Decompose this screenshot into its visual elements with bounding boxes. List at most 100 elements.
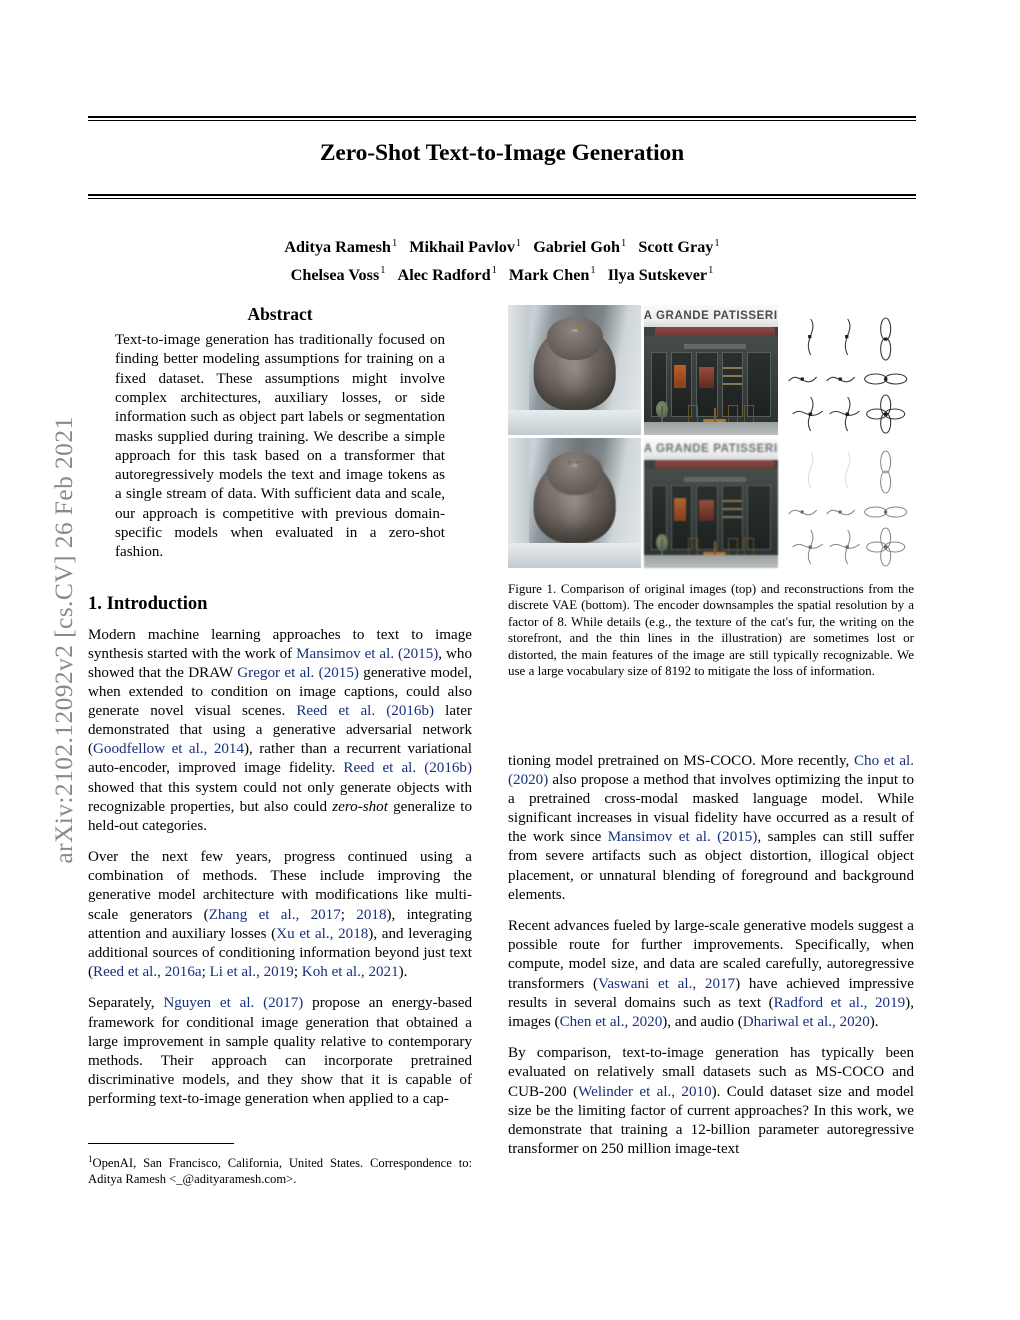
storefront-pole xyxy=(661,539,663,555)
window-sill xyxy=(508,410,642,435)
section-heading-introduction: 1. Introduction xyxy=(88,592,208,614)
storefront-shelf xyxy=(722,508,742,511)
storefront-table-leg xyxy=(713,407,716,422)
right-column: tioning model pretrained on MS-COCO. Mor… xyxy=(508,752,914,1171)
storefront-subsign xyxy=(684,344,746,350)
storefront-chair xyxy=(688,405,698,422)
citation-link[interactable]: Gregor et al. (2015) xyxy=(237,665,359,681)
affiliation-marker: 1 xyxy=(621,238,627,249)
storefront-sidewalk xyxy=(644,555,778,568)
citation-link[interactable]: Koh et al., 2021 xyxy=(302,964,399,980)
author: Alec Radford1 xyxy=(397,265,497,284)
storefront-sign: LA GRANDE PATISSERIE xyxy=(644,438,778,461)
cat-muzzle xyxy=(571,328,579,332)
citation-link[interactable]: Xu et al., 2018 xyxy=(276,926,368,942)
citation-link[interactable]: Chen et al., 2020 xyxy=(560,1014,663,1030)
paragraph-intro-4: tioning model pretrained on MS-COCO. Mor… xyxy=(508,753,914,903)
paragraph-intro-6: By comparison, text-to-image generation … xyxy=(508,1045,914,1157)
storefront-chair xyxy=(744,405,754,422)
storefront-awning xyxy=(654,460,775,470)
figure-cell-storefront-reconstruction: LA GRANDE PATISSERIE xyxy=(644,438,778,568)
author: Mikhail Pavlov1 xyxy=(409,238,522,257)
storefront-chair xyxy=(728,405,738,422)
citation-link[interactable]: Reed et al., 2016a xyxy=(93,964,202,980)
author: Gabriel Goh1 xyxy=(533,238,627,257)
storefront-poster xyxy=(673,364,686,389)
storefront-subsign xyxy=(684,477,746,483)
storefront-shelf xyxy=(722,516,742,519)
paragraph-intro-3: Separately, Nguyen et al. (2017) propose… xyxy=(88,995,472,1107)
author: Mark Chen1 xyxy=(508,265,596,284)
window-sill xyxy=(508,543,642,568)
citation-link[interactable]: Reed et al. (2016b) xyxy=(343,760,472,776)
cat-eye-right xyxy=(576,325,581,328)
storefront-shelf xyxy=(722,383,742,386)
footnote-text: 1OpenAI, San Francisco, California, Unit… xyxy=(88,1154,472,1187)
figure-cell-illustration-original xyxy=(780,305,914,435)
paragraph-intro-1: Modern machine learning approaches to te… xyxy=(88,626,472,834)
storefront-shelf xyxy=(722,375,742,378)
curve-illustration-grid xyxy=(787,317,907,434)
curve-illustration-grid xyxy=(787,450,907,567)
author: Scott Gray1 xyxy=(638,238,720,257)
citation-link[interactable]: Dhariwal et al., 2020 xyxy=(743,1014,870,1030)
author: Aditya Ramesh1 xyxy=(284,238,398,257)
figure-cell-illustration-reconstruction xyxy=(780,438,914,568)
citation-link[interactable]: Goodfellow et al., 2014 xyxy=(93,741,244,757)
citation-link[interactable]: Nguyen et al. (2017) xyxy=(163,995,303,1011)
cat-eye-left xyxy=(567,325,572,328)
storefront-chair xyxy=(744,538,754,555)
figure-caption: Figure 1. Comparison of original images … xyxy=(508,581,914,679)
citation-link[interactable]: 2018 xyxy=(356,907,386,923)
citation-link[interactable]: Welinder et al., 2010 xyxy=(578,1084,712,1100)
figure-image-grid: LA GRANDE PATISSERIE xyxy=(508,305,914,568)
affiliation-marker: 1 xyxy=(491,265,497,277)
author-list: Aditya Ramesh1 Mikhail Pavlov1 Gabriel G… xyxy=(88,232,916,287)
cat-eye-left xyxy=(567,460,572,464)
storefront-sign-text: LA GRANDE PATISSERIE xyxy=(644,443,778,456)
emphasis-zero-shot: zero-shot xyxy=(332,798,388,815)
citation-link[interactable]: Reed et al. (2016b) xyxy=(296,703,434,719)
cat-eye-right xyxy=(576,460,581,464)
storefront-sign: LA GRANDE PATISSERIE xyxy=(644,305,778,328)
figure-cell-cat-original xyxy=(508,305,642,435)
citation-link[interactable]: Li et al., 2019 xyxy=(210,964,294,980)
storefront-pole xyxy=(661,406,663,422)
affiliation-marker: 1 xyxy=(380,265,386,277)
cat-muzzle xyxy=(571,464,579,468)
author: Chelsea Voss1 xyxy=(290,265,386,284)
header-rule-top xyxy=(88,116,916,122)
figure-cell-cat-reconstruction xyxy=(508,438,642,568)
left-column: Abstract Text-to-image generation has tr… xyxy=(88,304,473,1122)
paragraph-intro-2: Over the next few years, progress contin… xyxy=(88,849,473,980)
arxiv-stamp: arXiv:2102.12092v2 [cs.CV] 26 Feb 2021 xyxy=(49,416,78,864)
storefront-poster xyxy=(698,367,714,389)
storefront-chair xyxy=(728,538,738,555)
storefront-chair xyxy=(688,538,698,555)
citation-link[interactable]: Vaswani et al., 2017 xyxy=(598,976,735,992)
citation-link[interactable]: Mansimov et al. (2015) xyxy=(296,646,438,662)
paragraph-intro-5: Recent advances fueled by large-scale ge… xyxy=(508,918,914,1030)
storefront-table-leg xyxy=(713,540,716,555)
affiliation-marker: 1 xyxy=(708,265,714,277)
citation-link[interactable]: Radford et al., 2019 xyxy=(774,995,906,1011)
footnote-block: 1OpenAI, San Francisco, California, Unit… xyxy=(88,1143,472,1187)
author-line-1: Aditya Ramesh1 Mikhail Pavlov1 Gabriel G… xyxy=(88,232,916,259)
cat-head xyxy=(546,452,603,496)
storefront-shelf xyxy=(722,500,742,503)
citation-link[interactable]: Zhang et al., 2017 xyxy=(209,907,341,923)
figure-1: LA GRANDE PATISSERIE xyxy=(508,305,914,679)
storefront-shelf xyxy=(722,367,742,370)
footnote-rule xyxy=(88,1143,234,1144)
storefront-poster xyxy=(698,500,714,522)
header-rule-bottom xyxy=(88,194,916,200)
cat-head xyxy=(546,316,603,360)
storefront-poster xyxy=(673,497,686,522)
abstract-heading: Abstract xyxy=(247,304,313,324)
figure-cell-storefront-original: LA GRANDE PATISSERIE xyxy=(644,305,778,435)
storefront-awning xyxy=(654,327,775,337)
citation-link[interactable]: Mansimov et al. (2015) xyxy=(608,829,758,845)
affiliation-marker: 1 xyxy=(515,238,522,249)
affiliation-marker: 1 xyxy=(714,238,720,249)
affiliation-marker: 1 xyxy=(590,265,596,277)
